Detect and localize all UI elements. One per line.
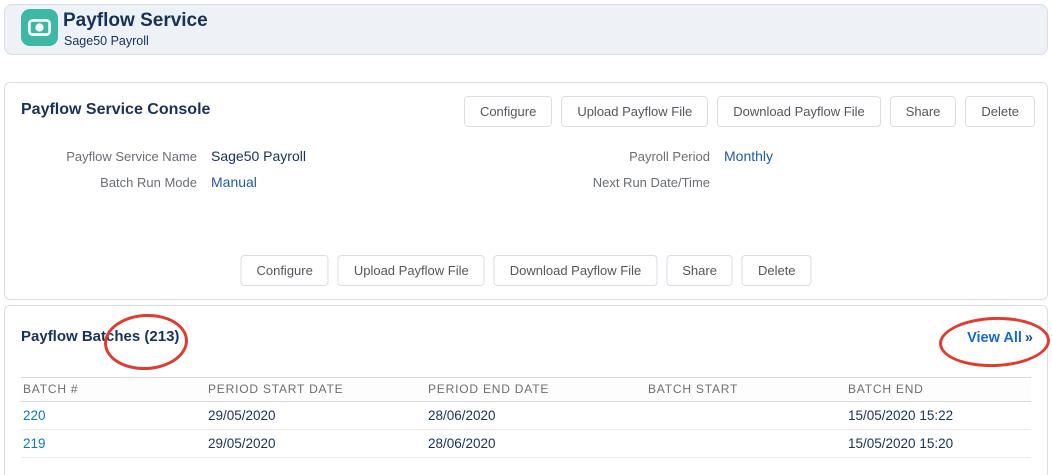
field-value-payflow-service-name: Sage50 Payroll: [211, 148, 331, 164]
cell-period-end-date: 28/06/2020: [426, 430, 646, 458]
col-header-period-end-date: PERIOD END DATE: [426, 378, 646, 402]
payflow-service-console-card: Payflow Service Console Configure Upload…: [4, 82, 1048, 300]
download-payflow-file-button[interactable]: Download Payflow File: [717, 96, 881, 127]
cell-batch-start: [646, 430, 846, 458]
batches-table: BATCH # PERIOD START DATE PERIOD END DAT…: [21, 377, 1031, 458]
field-payroll-period: Payroll Period Monthly: [520, 143, 844, 169]
field-next-run-date-time: Next Run Date/Time: [520, 169, 844, 195]
col-header-batch-end: BATCH END: [846, 378, 1031, 402]
payflow-batches-card: Payflow Batches (213) View All» BATCH # …: [4, 305, 1048, 475]
field-label: Next Run Date/Time: [520, 175, 710, 190]
field-value-payroll-period: Monthly: [724, 148, 844, 164]
upload-payflow-file-button[interactable]: Upload Payflow File: [561, 96, 708, 127]
field-label: Batch Run Mode: [25, 175, 197, 190]
batches-count: (213): [144, 328, 179, 345]
page-title: Payflow Service: [63, 10, 208, 32]
field-label: Payroll Period: [520, 149, 710, 164]
share-button-secondary[interactable]: Share: [666, 255, 733, 286]
col-header-period-start-date: PERIOD START DATE: [206, 378, 426, 402]
upload-payflow-file-button-secondary[interactable]: Upload Payflow File: [338, 255, 485, 286]
cell-period-start-date: 29/05/2020: [206, 430, 426, 458]
field-value-batch-run-mode: Manual: [211, 174, 331, 190]
configure-button-secondary[interactable]: Configure: [240, 255, 328, 286]
console-toolbar-top: Configure Upload Payflow File Download P…: [464, 96, 1035, 127]
col-header-batch-number: BATCH #: [21, 378, 206, 402]
console-toolbar-center: Configure Upload Payflow File Download P…: [240, 255, 811, 286]
cell-batch-start: [646, 402, 846, 430]
page-subtitle: Sage50 Payroll: [64, 34, 149, 48]
field-payflow-service-name: Payflow Service Name Sage50 Payroll: [25, 143, 331, 169]
cell-period-end-date: 28/06/2020: [426, 402, 646, 430]
batch-number-link[interactable]: 219: [23, 436, 46, 451]
view-all-link[interactable]: View All»: [967, 330, 1033, 346]
table-header-row: BATCH # PERIOD START DATE PERIOD END DAT…: [21, 378, 1031, 402]
delete-button[interactable]: Delete: [965, 96, 1035, 127]
configure-button[interactable]: Configure: [464, 96, 552, 127]
banknote-icon: [21, 9, 58, 46]
field-batch-run-mode: Batch Run Mode Manual: [25, 169, 331, 195]
share-button[interactable]: Share: [890, 96, 957, 127]
batches-title-label: Payflow Batches: [21, 328, 140, 345]
delete-button-secondary[interactable]: Delete: [742, 255, 812, 286]
view-all-arrow-icon[interactable]: »: [1025, 330, 1033, 346]
field-column-right: Payroll Period Monthly Next Run Date/Tim…: [520, 143, 844, 195]
cell-batch-end: 15/05/2020 15:22: [846, 402, 1031, 430]
view-all-label[interactable]: View All: [967, 330, 1022, 346]
cell-batch-end: 15/05/2020 15:20: [846, 430, 1031, 458]
page-header: Payflow Service Sage50 Payroll: [4, 4, 1048, 55]
download-payflow-file-button-secondary[interactable]: Download Payflow File: [494, 255, 658, 286]
table-row: 220 29/05/2020 28/06/2020 15/05/2020 15:…: [21, 402, 1031, 430]
col-header-batch-start: BATCH START: [646, 378, 846, 402]
console-title: Payflow Service Console: [21, 101, 210, 119]
table-row: 219 29/05/2020 28/06/2020 15/05/2020 15:…: [21, 430, 1031, 458]
batches-title: Payflow Batches (213): [21, 328, 179, 345]
cell-period-start-date: 29/05/2020: [206, 402, 426, 430]
field-label: Payflow Service Name: [25, 149, 197, 164]
batch-number-link[interactable]: 220: [23, 408, 46, 423]
field-column-left: Payflow Service Name Sage50 Payroll Batc…: [25, 143, 331, 195]
field-value-next-run-date-time: [724, 174, 844, 190]
